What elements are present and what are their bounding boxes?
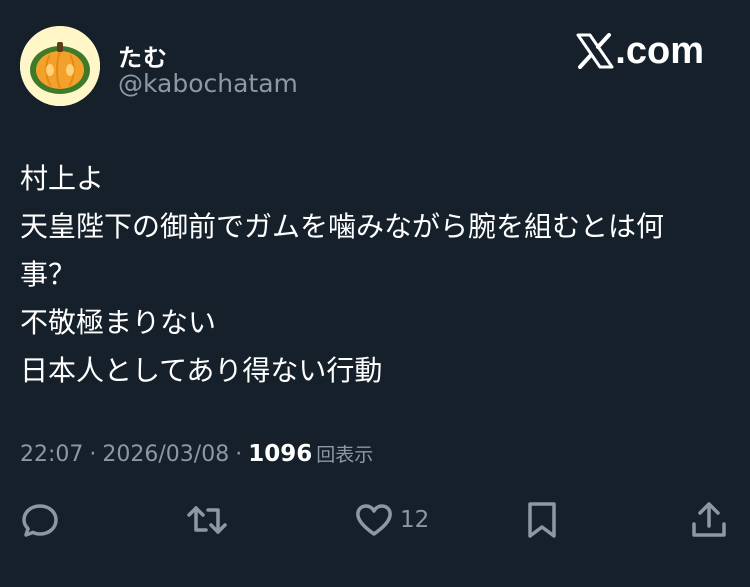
x-brand: .com <box>576 30 704 72</box>
retweet-icon <box>187 506 227 534</box>
like-button[interactable]: 12 <box>354 500 429 540</box>
meta-separator: · <box>89 442 97 467</box>
meta-separator: · <box>235 442 243 467</box>
tweet-text: 村上よ 天皇陛下の御前でガムを噛みながら腕を組むとは何 事？ 不敬極まりない 日… <box>20 155 720 395</box>
tweet-time[interactable]: 22:07 <box>20 442 83 467</box>
views-label: 回表示 <box>316 444 374 466</box>
action-bar: 12 <box>0 500 750 548</box>
avatar[interactable] <box>20 26 100 106</box>
bookmark-button[interactable] <box>524 500 560 540</box>
tweet-meta: 22:07 · 2026/03/08 · 1096 回表示 <box>20 440 373 467</box>
share-icon <box>692 502 726 537</box>
tweet-line: 不敬極まりない <box>20 306 217 339</box>
share-button[interactable] <box>689 500 729 540</box>
tweet-line: 日本人としてあり得ない行動 <box>20 354 383 387</box>
tweet-line: 事？ <box>20 258 77 291</box>
display-name[interactable]: たむ <box>118 38 168 73</box>
bookmark-icon <box>528 502 556 538</box>
tweet-date[interactable]: 2026/03/08 <box>102 442 229 467</box>
tweet-line: 天皇陛下の御前でガムを噛みながら腕を組むとは何 <box>20 210 665 243</box>
view-count: 1096 <box>248 441 313 467</box>
reply-button[interactable] <box>20 500 60 540</box>
heart-icon <box>356 504 392 536</box>
tweet-line: 村上よ <box>20 162 105 195</box>
x-logo-icon <box>576 33 614 69</box>
like-count: 12 <box>400 507 430 533</box>
retweet-button[interactable] <box>186 500 228 540</box>
pumpkin-icon <box>20 26 100 106</box>
reply-icon <box>22 504 58 537</box>
brand-text: .com <box>615 29 704 72</box>
user-handle[interactable]: @kabochatam <box>118 69 298 98</box>
